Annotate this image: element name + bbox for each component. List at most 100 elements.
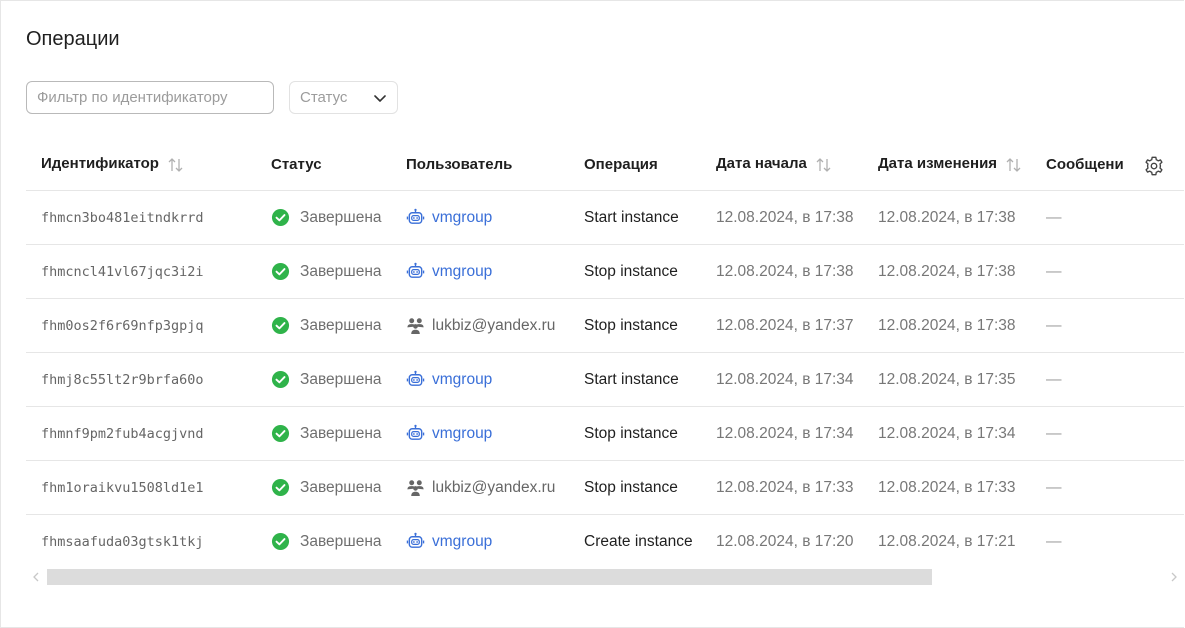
scroll-right-icon[interactable] <box>1170 572 1178 582</box>
status-cell: Завершена <box>256 515 391 569</box>
start-date: 12.08.2024, в 17:34 <box>701 406 863 461</box>
id-filter-input[interactable] <box>26 81 274 114</box>
user-cell: vmgroup <box>391 515 569 569</box>
status-cell: Завершена <box>256 352 391 407</box>
column-header-status: Статус <box>256 138 391 191</box>
robot-icon <box>406 208 425 224</box>
modified-date: 12.08.2024, в 17:34 <box>863 406 1031 461</box>
status-cell: Завершена <box>256 406 391 461</box>
operation-id[interactable]: fhmnf9pm2fub4acgjvnd <box>26 406 256 461</box>
start-date: 12.08.2024, в 17:20 <box>716 532 854 550</box>
user-name: lukbiz@yandex.ru <box>432 316 556 334</box>
status-cell: Завершена <box>256 460 391 515</box>
operation-id[interactable]: fhm1oraikvu1508ld1e1 <box>26 460 256 515</box>
status-label: Завершена <box>300 316 382 334</box>
operation-id[interactable]: fhmj8c55lt2r9brfa60o <box>26 352 256 407</box>
users-icon <box>407 318 424 335</box>
table-row[interactable]: fhm0os2f6r69nfp3gpjq Завершена lukbiz@yand… <box>26 298 1184 353</box>
scroll-thumb[interactable] <box>47 569 932 585</box>
start-date: 12.08.2024, в 17:33 <box>701 460 863 515</box>
check-circle-icon <box>271 370 290 389</box>
chevron-down-icon <box>374 94 386 102</box>
table-row[interactable]: fhmsaafuda03gtsk1tkj Завершена vmgroup Crea… <box>26 515 1184 569</box>
status-label: Завершена <box>300 370 382 388</box>
operation-name: Stop instance <box>569 298 701 353</box>
status-label: Завершена <box>300 424 382 442</box>
check-circle-icon <box>271 532 290 551</box>
status-filter-select[interactable]: Статус <box>289 81 398 114</box>
column-header-modified-date[interactable]: Дата изменения <box>863 138 1031 191</box>
message: — <box>1046 532 1062 550</box>
user-cell: vmgroup <box>391 406 569 461</box>
modified-date: 12.08.2024, в 17:21 <box>878 532 1016 550</box>
sort-icon[interactable] <box>1005 157 1023 173</box>
robot-icon <box>406 262 425 278</box>
start-date: 12.08.2024, в 17:38 <box>701 244 863 299</box>
robot-icon <box>406 370 425 386</box>
status-cell: Завершена <box>256 298 391 353</box>
modified-date: 12.08.2024, в 17:35 <box>863 352 1031 407</box>
table-row[interactable]: fhmcncl41vl67jqc3i2i Завершена vmgroup Stop… <box>26 244 1184 299</box>
user-link[interactable]: vmgroup <box>432 371 492 389</box>
check-circle-icon <box>271 424 290 443</box>
status-cell: Завершена <box>256 244 391 299</box>
user-cell: vmgroup <box>391 190 569 245</box>
start-date: 12.08.2024, в 17:38 <box>701 190 863 245</box>
table-row[interactable]: fhmj8c55lt2r9brfa60o Завершена vmgroup Star… <box>26 352 1184 407</box>
status-label: Завершена <box>300 262 382 280</box>
operation-name: Start instance <box>569 190 701 245</box>
operations-table: Идентификатор Статус Пользователь Операц… <box>26 138 1184 568</box>
modified-date: 12.08.2024, в 17:38 <box>863 190 1031 245</box>
column-header-start-date[interactable]: Дата начала <box>701 138 863 191</box>
operation-name: Start instance <box>569 352 701 407</box>
user-link[interactable]: vmgroup <box>432 533 492 551</box>
check-circle-icon <box>271 478 290 497</box>
horizontal-scrollbar[interactable] <box>32 568 1180 586</box>
operation-id[interactable]: fhm0os2f6r69nfp3gpjq <box>26 298 256 353</box>
user-link[interactable]: vmgroup <box>432 263 492 281</box>
users-icon <box>407 480 424 497</box>
column-header-user: Пользователь <box>391 138 569 191</box>
start-date: 12.08.2024, в 17:34 <box>701 352 863 407</box>
operation-name: Stop instance <box>569 244 701 299</box>
message: — <box>1031 190 1184 245</box>
start-date: 12.08.2024, в 17:37 <box>701 298 863 353</box>
user-name: lukbiz@yandex.ru <box>432 478 556 496</box>
check-circle-icon <box>271 316 290 335</box>
table-row[interactable]: fhmnf9pm2fub4acgjvnd Завершена vmgroup Stop… <box>26 406 1184 461</box>
table-row[interactable]: fhmcn3bo481eitndkrrd Завершена vmgroup Star… <box>26 190 1184 245</box>
check-circle-icon <box>271 262 290 281</box>
robot-icon <box>406 532 425 548</box>
gear-icon[interactable] <box>1143 155 1165 177</box>
check-circle-icon <box>271 208 290 227</box>
status-filter-placeholder: Статус <box>300 89 348 106</box>
user-link[interactable]: vmgroup <box>432 209 492 227</box>
sort-icon[interactable] <box>167 157 185 173</box>
operation-name: Stop instance <box>569 406 701 461</box>
status-label: Завершена <box>300 532 382 550</box>
column-header-id[interactable]: Идентификатор <box>26 138 256 191</box>
modified-date: 12.08.2024, в 17:38 <box>863 298 1031 353</box>
user-cell: vmgroup <box>391 244 569 299</box>
operation-name: Stop instance <box>569 460 701 515</box>
user-link[interactable]: vmgroup <box>432 425 492 443</box>
message: — <box>1031 244 1184 299</box>
message: — <box>1031 352 1184 407</box>
message: — <box>1031 406 1184 461</box>
modified-date: 12.08.2024, в 17:38 <box>863 244 1031 299</box>
scroll-left-icon[interactable] <box>32 572 40 582</box>
modified-date: 12.08.2024, в 17:33 <box>863 460 1031 515</box>
message: — <box>1031 460 1184 515</box>
robot-icon <box>406 424 425 440</box>
table-row[interactable]: fhm1oraikvu1508ld1e1 Завершена lukbiz@yand… <box>26 460 1184 515</box>
operation-id[interactable]: fhmcncl41vl67jqc3i2i <box>26 244 256 299</box>
column-header-operation: Операция <box>569 138 701 191</box>
message: — <box>1031 298 1184 353</box>
status-label: Завершена <box>300 208 382 226</box>
sort-icon[interactable] <box>815 157 833 173</box>
user-cell: lukbiz@yandex.ru <box>391 460 569 515</box>
operation-id[interactable]: fhmsaafuda03gtsk1tkj <box>26 515 256 569</box>
table-header-row: Идентификатор Статус Пользователь Операц… <box>26 138 1184 191</box>
user-cell: vmgroup <box>391 352 569 407</box>
operation-id[interactable]: fhmcn3bo481eitndkrrd <box>26 190 256 245</box>
